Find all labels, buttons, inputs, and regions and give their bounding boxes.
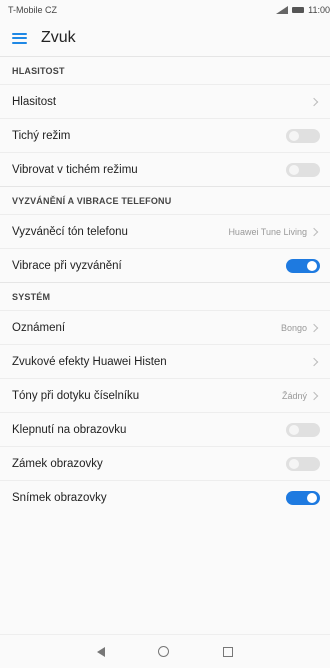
settings-row-label: Hlasitost (12, 95, 57, 108)
section-header: SYSTÉM (0, 282, 330, 310)
toggle-switch[interactable] (286, 258, 320, 273)
settings-row-value: Bongo (280, 322, 307, 333)
settings-row-label: Zvukové efekty Huawei Histen (12, 355, 167, 368)
settings-row[interactable]: Klepnutí na obrazovku (0, 412, 330, 446)
settings-list: HLASITOST Hlasitost Tichý režim Vibrovat v … (0, 56, 330, 514)
settings-row[interactable]: Oznámení Bongo (0, 310, 330, 344)
settings-row[interactable]: Vibrace při vyzvánění (0, 248, 330, 282)
signal-icon (276, 6, 289, 14)
settings-row[interactable]: Vyzváněcí tón telefonu Huawei Tune Living (0, 214, 330, 248)
toggle-switch[interactable] (286, 128, 320, 143)
status-icons: 11:00 (276, 5, 330, 15)
row-trailing (309, 97, 320, 106)
status-bar: T-Mobile CZ 11:00 (0, 0, 330, 20)
settings-row-label: Tóny při dotyku číselníku (12, 389, 140, 402)
chevron-right-icon (309, 391, 319, 400)
settings-row-label: Oznámení (12, 321, 66, 334)
settings-row-label: Klepnutí na obrazovku (12, 423, 127, 436)
row-trailing: Huawei Tune Living (228, 227, 320, 237)
settings-row-value: Žádný (281, 390, 307, 401)
recent-apps-icon[interactable] (223, 646, 234, 657)
row-trailing: Žádný (282, 391, 320, 401)
chevron-right-icon (309, 357, 319, 366)
settings-row-label: Vibrace při vyzvánění (12, 259, 122, 272)
settings-row[interactable]: Zámek obrazovky (0, 446, 330, 480)
chevron-right-icon (309, 97, 319, 106)
back-icon[interactable] (96, 646, 105, 657)
section-header: HLASITOST (0, 56, 330, 84)
row-trailing: Bongo (281, 323, 320, 333)
settings-row-label: Vyzváněcí tón telefonu (12, 225, 128, 238)
settings-row[interactable]: Vibrovat v tichém režimu (0, 152, 330, 186)
settings-row[interactable]: Tóny při dotyku číselníku Žádný (0, 378, 330, 412)
toggle-switch[interactable] (286, 490, 320, 505)
app-bar: Zvuk (0, 20, 330, 56)
toggle-switch[interactable] (286, 162, 320, 177)
battery-icon (292, 7, 305, 13)
settings-row[interactable]: Snímek obrazovky (0, 480, 330, 514)
settings-row-label: Tichý režim (12, 129, 71, 142)
settings-row[interactable]: Tichý režim (0, 118, 330, 152)
settings-row-label: Vibrovat v tichém režimu (12, 163, 138, 176)
chevron-right-icon (309, 323, 319, 332)
toggle-switch[interactable] (286, 456, 320, 471)
home-icon[interactable] (158, 646, 170, 657)
chevron-right-icon (309, 227, 319, 236)
settings-row-label: Snímek obrazovky (12, 491, 107, 504)
settings-row-value: Huawei Tune Living (228, 226, 307, 237)
row-trailing (309, 357, 320, 366)
clock-label: 11:00 (308, 5, 330, 15)
navigation-bar (0, 634, 330, 668)
carrier-label: T-Mobile CZ (8, 5, 58, 15)
toggle-switch[interactable] (286, 422, 320, 437)
settings-row[interactable]: Hlasitost (0, 84, 330, 118)
settings-row-label: Zámek obrazovky (12, 457, 103, 470)
page-title: Zvuk (41, 29, 76, 46)
menu-icon[interactable] (12, 32, 27, 44)
section-header: VYZVÁNĚNÍ A VIBRACE TELEFONU (0, 186, 330, 214)
settings-row[interactable]: Zvukové efekty Huawei Histen (0, 344, 330, 378)
